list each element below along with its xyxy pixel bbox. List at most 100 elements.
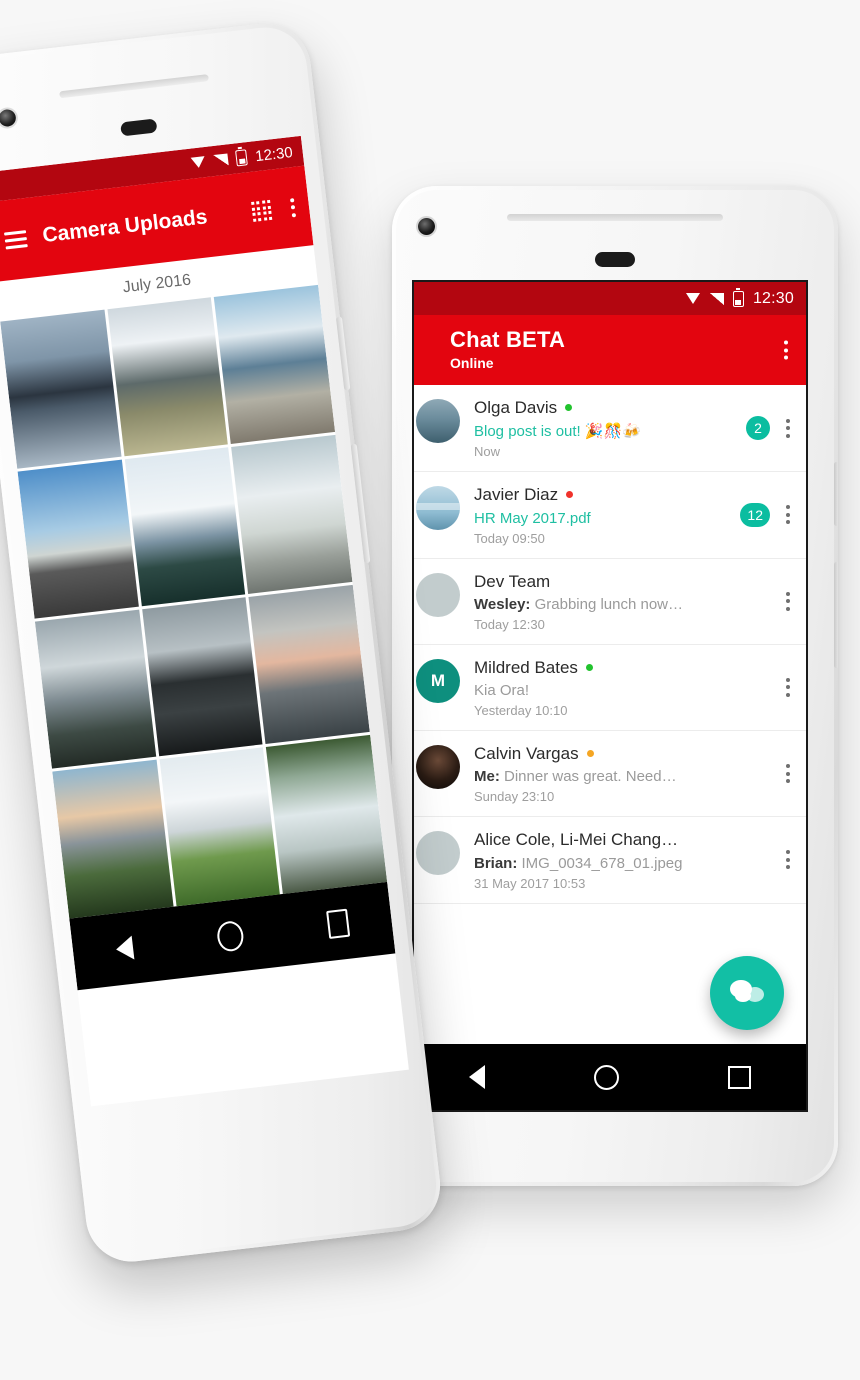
back-icon[interactable]: [468, 1065, 485, 1089]
photo-thumbnail[interactable]: [17, 459, 139, 619]
avatar-detail: [416, 502, 460, 510]
chat-name: Javier Diaz: [474, 484, 740, 505]
avatar: [416, 572, 460, 617]
chat-overflow-menu-icon[interactable]: [780, 505, 796, 525]
signal-icon: [709, 292, 724, 305]
new-chat-fab[interactable]: [710, 956, 784, 1030]
app-title: Chat BETA: [450, 327, 566, 352]
photo-thumbnail[interactable]: [231, 434, 353, 594]
chat-overflow-menu-icon[interactable]: [780, 764, 796, 784]
chat-list-item[interactable]: M Mildred Bates Kia Ora! Yesterday 10:10: [414, 645, 806, 731]
photo-thumbnail[interactable]: [52, 759, 174, 919]
battery-icon: [732, 287, 744, 307]
chat-snippet: Kia Ora!: [474, 682, 530, 699]
back-icon[interactable]: [114, 935, 135, 962]
chat-timestamp: Sunday 23:10: [474, 789, 555, 805]
chat-meta: Dev Team Wesley: Grabbing lunch now… Today…: [474, 571, 780, 632]
chat-meta: Alice Cole, Li-Mei Chang… Brian: IMG_0034…: [474, 829, 780, 890]
unread-badge: 12: [740, 502, 770, 527]
overflow-menu-icon[interactable]: [289, 197, 297, 217]
wifi-icon: [685, 292, 701, 305]
chat-snippet: Blog post is out! 🎉🎊🍻: [474, 423, 641, 441]
chat-name: Olga Davis: [474, 397, 746, 418]
snippet-sender: Wesley:: [474, 595, 531, 613]
recents-icon[interactable]: [326, 908, 351, 939]
chat-name-text: Alice Cole, Li-Mei Chang…: [474, 830, 679, 850]
android-nav-bar: [414, 1044, 806, 1110]
chat-list-item[interactable]: Calvin Vargas Me: Dinner was great. Need……: [414, 731, 806, 818]
grid-view-icon[interactable]: [250, 200, 273, 222]
page-title: Camera Uploads: [41, 205, 209, 248]
photo-grid[interactable]: [0, 284, 388, 919]
photo-thumbnail[interactable]: [159, 747, 281, 907]
recents-icon[interactable]: [728, 1065, 752, 1089]
overflow-menu-icon[interactable]: [784, 340, 788, 360]
chat-name-text: Javier Diaz: [474, 485, 559, 505]
chat-app-bar: Chat BETA Online: [414, 315, 806, 385]
chat-name-text: Dev Team: [474, 571, 551, 591]
avatar: [416, 486, 460, 531]
presence-dot-online: [585, 663, 593, 671]
chat-list-item[interactable]: Javier Diaz HR May 2017.pdf Today 09:50 12: [414, 472, 806, 559]
presence-dot-busy: [566, 491, 574, 499]
right-phone-top-bezel: [392, 186, 838, 267]
home-icon[interactable]: [215, 919, 245, 953]
chat-name: Mildred Bates: [474, 657, 780, 678]
left-phone-device: 12:30 Camera Uploads July 2016: [0, 18, 446, 1267]
app-subtitle: Online: [450, 355, 494, 371]
front-camera-icon: [418, 218, 435, 235]
chat-overflow-menu-icon[interactable]: [780, 677, 796, 697]
right-phone-screen: 12:30 Chat BETA Online Olga Davis Blog po…: [414, 282, 806, 1110]
photo-thumbnail[interactable]: [124, 447, 246, 607]
presence-dot-away: [586, 750, 594, 758]
chat-bubbles-icon: [730, 980, 764, 1006]
home-icon[interactable]: [593, 1064, 619, 1090]
signal-icon: [213, 153, 230, 167]
volume-button[interactable]: [834, 562, 838, 668]
chat-snippet: Wesley: Grabbing lunch now…: [474, 595, 684, 613]
chat-timestamp: Now: [474, 444, 501, 460]
photo-thumbnail[interactable]: [34, 609, 156, 769]
right-phone-device: 12:30 Chat BETA Online Olga Davis Blog po…: [392, 186, 838, 1186]
photo-thumbnail[interactable]: [248, 584, 370, 744]
chat-name-text: Mildred Bates: [474, 657, 578, 677]
chat-list-item[interactable]: Alice Cole, Li-Mei Chang… Brian: IMG_0034…: [414, 817, 806, 904]
chat-overflow-menu-icon[interactable]: [780, 418, 796, 438]
chat-timestamp: Today 12:30: [474, 616, 545, 632]
chat-timestamp: 31 May 2017 10:53: [474, 875, 586, 891]
photo-thumbnail[interactable]: [141, 597, 263, 757]
chat-overflow-menu-icon[interactable]: [780, 850, 796, 870]
earpiece-speaker: [507, 214, 723, 221]
chat-name: Dev Team: [474, 571, 780, 592]
chat-list[interactable]: Olga Davis Blog post is out! 🎉🎊🍻 Now 2 Javie…: [414, 385, 806, 1040]
presence-dot-online: [565, 404, 573, 412]
photo-thumbnail[interactable]: [0, 309, 122, 469]
chat-list-item[interactable]: Dev Team Wesley: Grabbing lunch now… Today…: [414, 559, 806, 645]
chat-meta: Javier Diaz HR May 2017.pdf Today 09:50: [474, 484, 740, 545]
chat-timestamp: Yesterday 10:10: [474, 703, 568, 718]
battery-icon: [235, 149, 249, 167]
status-bar: 12:30: [414, 282, 806, 315]
chat-list-item[interactable]: Olga Davis Blog post is out! 🎉🎊🍻 Now 2: [414, 385, 806, 473]
photo-thumbnail[interactable]: [107, 297, 229, 457]
avatar: [416, 399, 460, 443]
power-button[interactable]: [834, 462, 838, 526]
chat-meta: Mildred Bates Kia Ora! Yesterday 10:10: [474, 657, 780, 718]
sensor-module: [595, 252, 635, 267]
chat-timestamp: Today 09:50: [474, 530, 545, 546]
snippet-sender: Brian:: [474, 854, 518, 872]
hamburger-icon[interactable]: [3, 229, 28, 250]
status-bar-time: 12:30: [254, 143, 294, 165]
status-bar-time: 12:30: [752, 289, 794, 307]
chat-name-text: Olga Davis: [474, 398, 558, 417]
chat-snippet: Brian: IMG_0034_678_01.jpeg: [474, 854, 683, 872]
promo-scene: 12:30 Chat BETA Online Olga Davis Blog po…: [0, 0, 860, 1380]
photo-thumbnail[interactable]: [214, 284, 336, 444]
chat-name: Calvin Vargas: [474, 743, 780, 764]
chat-snippet: HR May 2017.pdf: [474, 509, 591, 527]
chat-overflow-menu-icon[interactable]: [780, 591, 796, 611]
chat-meta: Calvin Vargas Me: Dinner was great. Need……: [474, 743, 780, 804]
photo-thumbnail[interactable]: [266, 734, 388, 894]
chat-snippet: Me: Dinner was great. Need…: [474, 768, 677, 786]
avatar: M: [416, 658, 460, 703]
